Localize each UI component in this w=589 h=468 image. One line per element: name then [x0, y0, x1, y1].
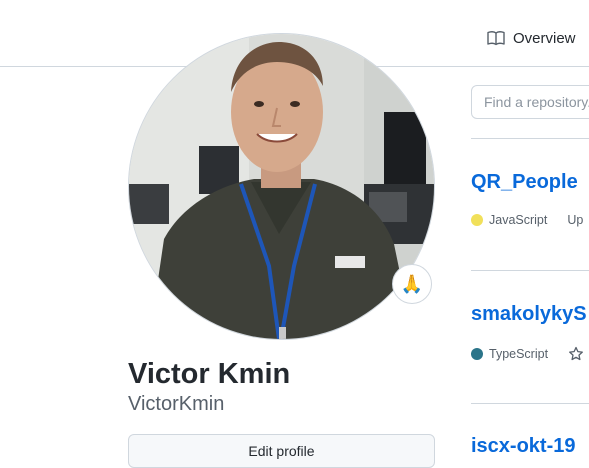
repo-updated-label: Up	[567, 213, 584, 227]
repo-language: TypeScript	[489, 347, 549, 361]
repo-name-link[interactable]: smakolykyS	[471, 301, 587, 327]
edit-profile-button[interactable]: Edit profile	[128, 434, 435, 468]
language-color-dot	[471, 348, 483, 360]
tab-overview-label: Overview	[513, 29, 576, 47]
language-color-dot	[471, 214, 483, 226]
profile-username: VictorKmin	[128, 393, 225, 415]
repo-meta: JavaScript Up	[471, 213, 583, 227]
repo-language: JavaScript	[489, 213, 548, 227]
tab-overview[interactable]: Overview	[487, 26, 576, 50]
avatar[interactable]	[128, 33, 435, 340]
repo-meta: TypeScript	[471, 346, 584, 362]
profile-full-name: Victor Kmin	[128, 358, 291, 390]
star-icon[interactable]	[568, 346, 584, 362]
folded-hands-icon: 🙏	[400, 273, 424, 294]
avatar-photo	[129, 34, 434, 339]
status-emoji-button[interactable]: 🙏	[392, 264, 432, 304]
repository-search-input[interactable]	[471, 85, 589, 119]
repo-name-link[interactable]: QR_People	[471, 169, 578, 195]
repo-name-link[interactable]: iscx-okt-19	[471, 433, 576, 459]
repo-divider	[471, 138, 589, 139]
book-icon	[487, 31, 505, 46]
repo-divider	[471, 270, 589, 271]
repo-divider	[471, 403, 589, 404]
